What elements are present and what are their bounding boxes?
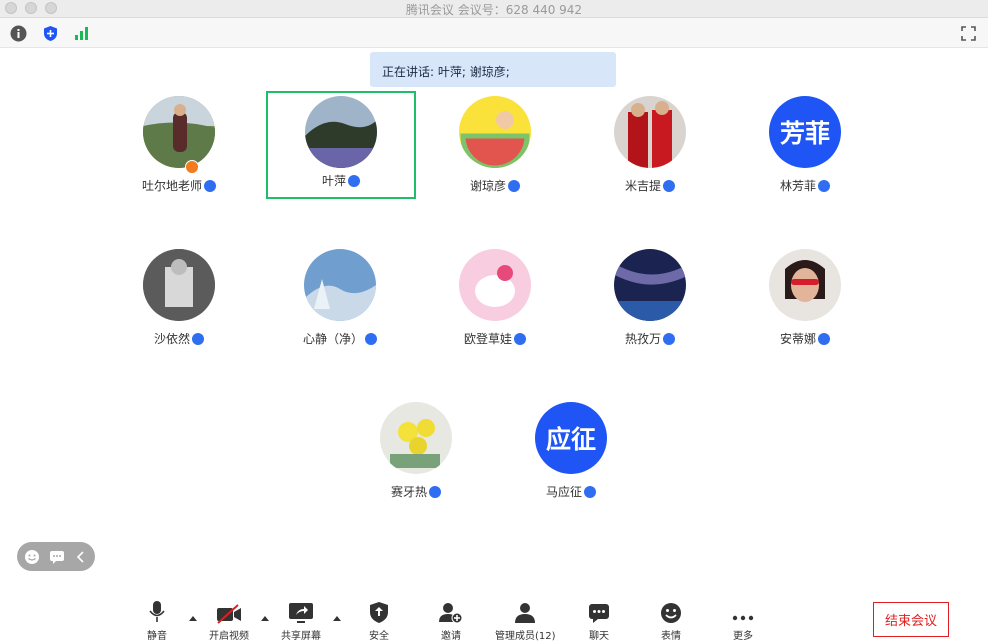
shield-icon <box>370 602 388 623</box>
avatar <box>769 249 841 321</box>
avatar <box>143 249 215 321</box>
signal-strength-icon[interactable] <box>73 25 90 42</box>
chevron-left-icon[interactable] <box>75 550 87 564</box>
participant-tile[interactable]: 赛牙热 <box>341 402 491 510</box>
microphone-icon <box>204 180 216 192</box>
avatar <box>614 249 686 321</box>
end-meeting-button[interactable]: 结束会议 <box>873 602 949 637</box>
video-options-caret[interactable] <box>261 616 269 621</box>
avatar <box>459 249 531 321</box>
title-bar: 腾讯会议 会议号：628 440 942 <box>0 0 988 18</box>
participant-name: 叶萍 <box>268 172 414 189</box>
emoji-icon <box>661 603 681 623</box>
members-icon <box>515 603 535 623</box>
avatar <box>305 96 377 168</box>
microphone-icon <box>818 180 830 192</box>
security-button[interactable]: 安全 <box>349 600 409 642</box>
chat-button[interactable]: 聊天 <box>569 600 629 642</box>
avatar <box>380 402 452 474</box>
manage-members-button[interactable]: 管理成员(12) <box>495 600 556 642</box>
microphone-icon <box>149 601 165 622</box>
speaking-banner: 正在讲话: 叶萍; 谢琼彦; <box>370 52 616 87</box>
video-button[interactable]: 开启视频 <box>199 600 259 642</box>
more-icon <box>732 615 754 621</box>
invite-button[interactable]: 邀请 <box>421 600 481 642</box>
participant-name: 赛牙热 <box>341 483 491 500</box>
participant-name: 米吉提 <box>575 177 725 194</box>
add-user-icon <box>439 603 463 624</box>
emoji-icon[interactable] <box>24 549 40 565</box>
participant-name: 热孜万 <box>575 330 725 347</box>
participant-name: 安蒂娜 <box>730 330 880 347</box>
info-icon[interactable] <box>10 25 27 42</box>
reactions-button[interactable]: 表情 <box>641 600 701 642</box>
participant-name: 林芳菲 <box>730 177 880 194</box>
avatar <box>143 96 215 168</box>
microphone-icon <box>508 180 520 192</box>
participant-tile[interactable]: 安蒂娜 <box>730 249 880 357</box>
avatar: 芳菲 <box>769 96 841 168</box>
window-title: 腾讯会议 会议号：628 440 942 <box>405 3 583 17</box>
microphone-icon <box>192 333 204 345</box>
microphone-icon <box>663 180 675 192</box>
avatar <box>614 96 686 168</box>
participant-tile[interactable]: 应征 马应征 <box>496 402 646 510</box>
share-options-caret[interactable] <box>333 616 341 621</box>
floating-controls[interactable] <box>17 542 95 571</box>
microphone-icon <box>818 333 830 345</box>
fullscreen-icon[interactable] <box>960 25 977 42</box>
participant-name: 沙依然 <box>104 330 254 347</box>
participant-name: 马应征 <box>496 483 646 500</box>
participant-name: 吐尔地老师 <box>104 177 254 194</box>
video-off-icon <box>217 604 241 624</box>
mute-button[interactable]: 静音 <box>127 600 187 642</box>
microphone-icon <box>429 486 441 498</box>
participant-tile[interactable]: 芳菲 林芳菲 <box>730 96 880 204</box>
participant-tile[interactable]: 心静（净） <box>265 249 415 357</box>
avatar <box>304 249 376 321</box>
shield-icon[interactable] <box>42 25 59 42</box>
meeting-info-bar <box>0 18 988 48</box>
participant-tile[interactable]: 欧登草娃 <box>420 249 570 357</box>
share-screen-icon <box>289 603 313 623</box>
participant-name: 谢琼彦 <box>420 177 570 194</box>
participant-tile[interactable]: 热孜万 <box>575 249 725 357</box>
chat-bubble-icon[interactable] <box>49 549 65 565</box>
meeting-toolbar: 静音 开启视频 共享屏幕 安全 邀请 管理成员(12) 聊天 表情 更多 <box>0 592 988 644</box>
participant-tile-active[interactable]: 叶萍 <box>266 91 416 199</box>
participant-name: 欧登草娃 <box>420 330 570 347</box>
participant-tile[interactable]: 吐尔地老师 <box>104 96 254 204</box>
share-screen-button[interactable]: 共享屏幕 <box>271 600 331 642</box>
microphone-icon <box>514 333 526 345</box>
participant-tile[interactable]: 米吉提 <box>575 96 725 204</box>
participant-name: 心静（净） <box>265 330 415 347</box>
more-button[interactable]: 更多 <box>713 600 773 642</box>
microphone-icon <box>663 333 675 345</box>
chat-icon <box>589 604 609 623</box>
host-icon <box>185 160 199 174</box>
microphone-icon <box>365 333 377 345</box>
participant-tile[interactable]: 谢琼彦 <box>420 96 570 204</box>
microphone-icon <box>348 175 360 187</box>
avatar <box>459 96 531 168</box>
avatar: 应征 <box>535 402 607 474</box>
mute-options-caret[interactable] <box>189 616 197 621</box>
participant-tile[interactable]: 沙依然 <box>104 249 254 357</box>
microphone-icon <box>584 486 596 498</box>
